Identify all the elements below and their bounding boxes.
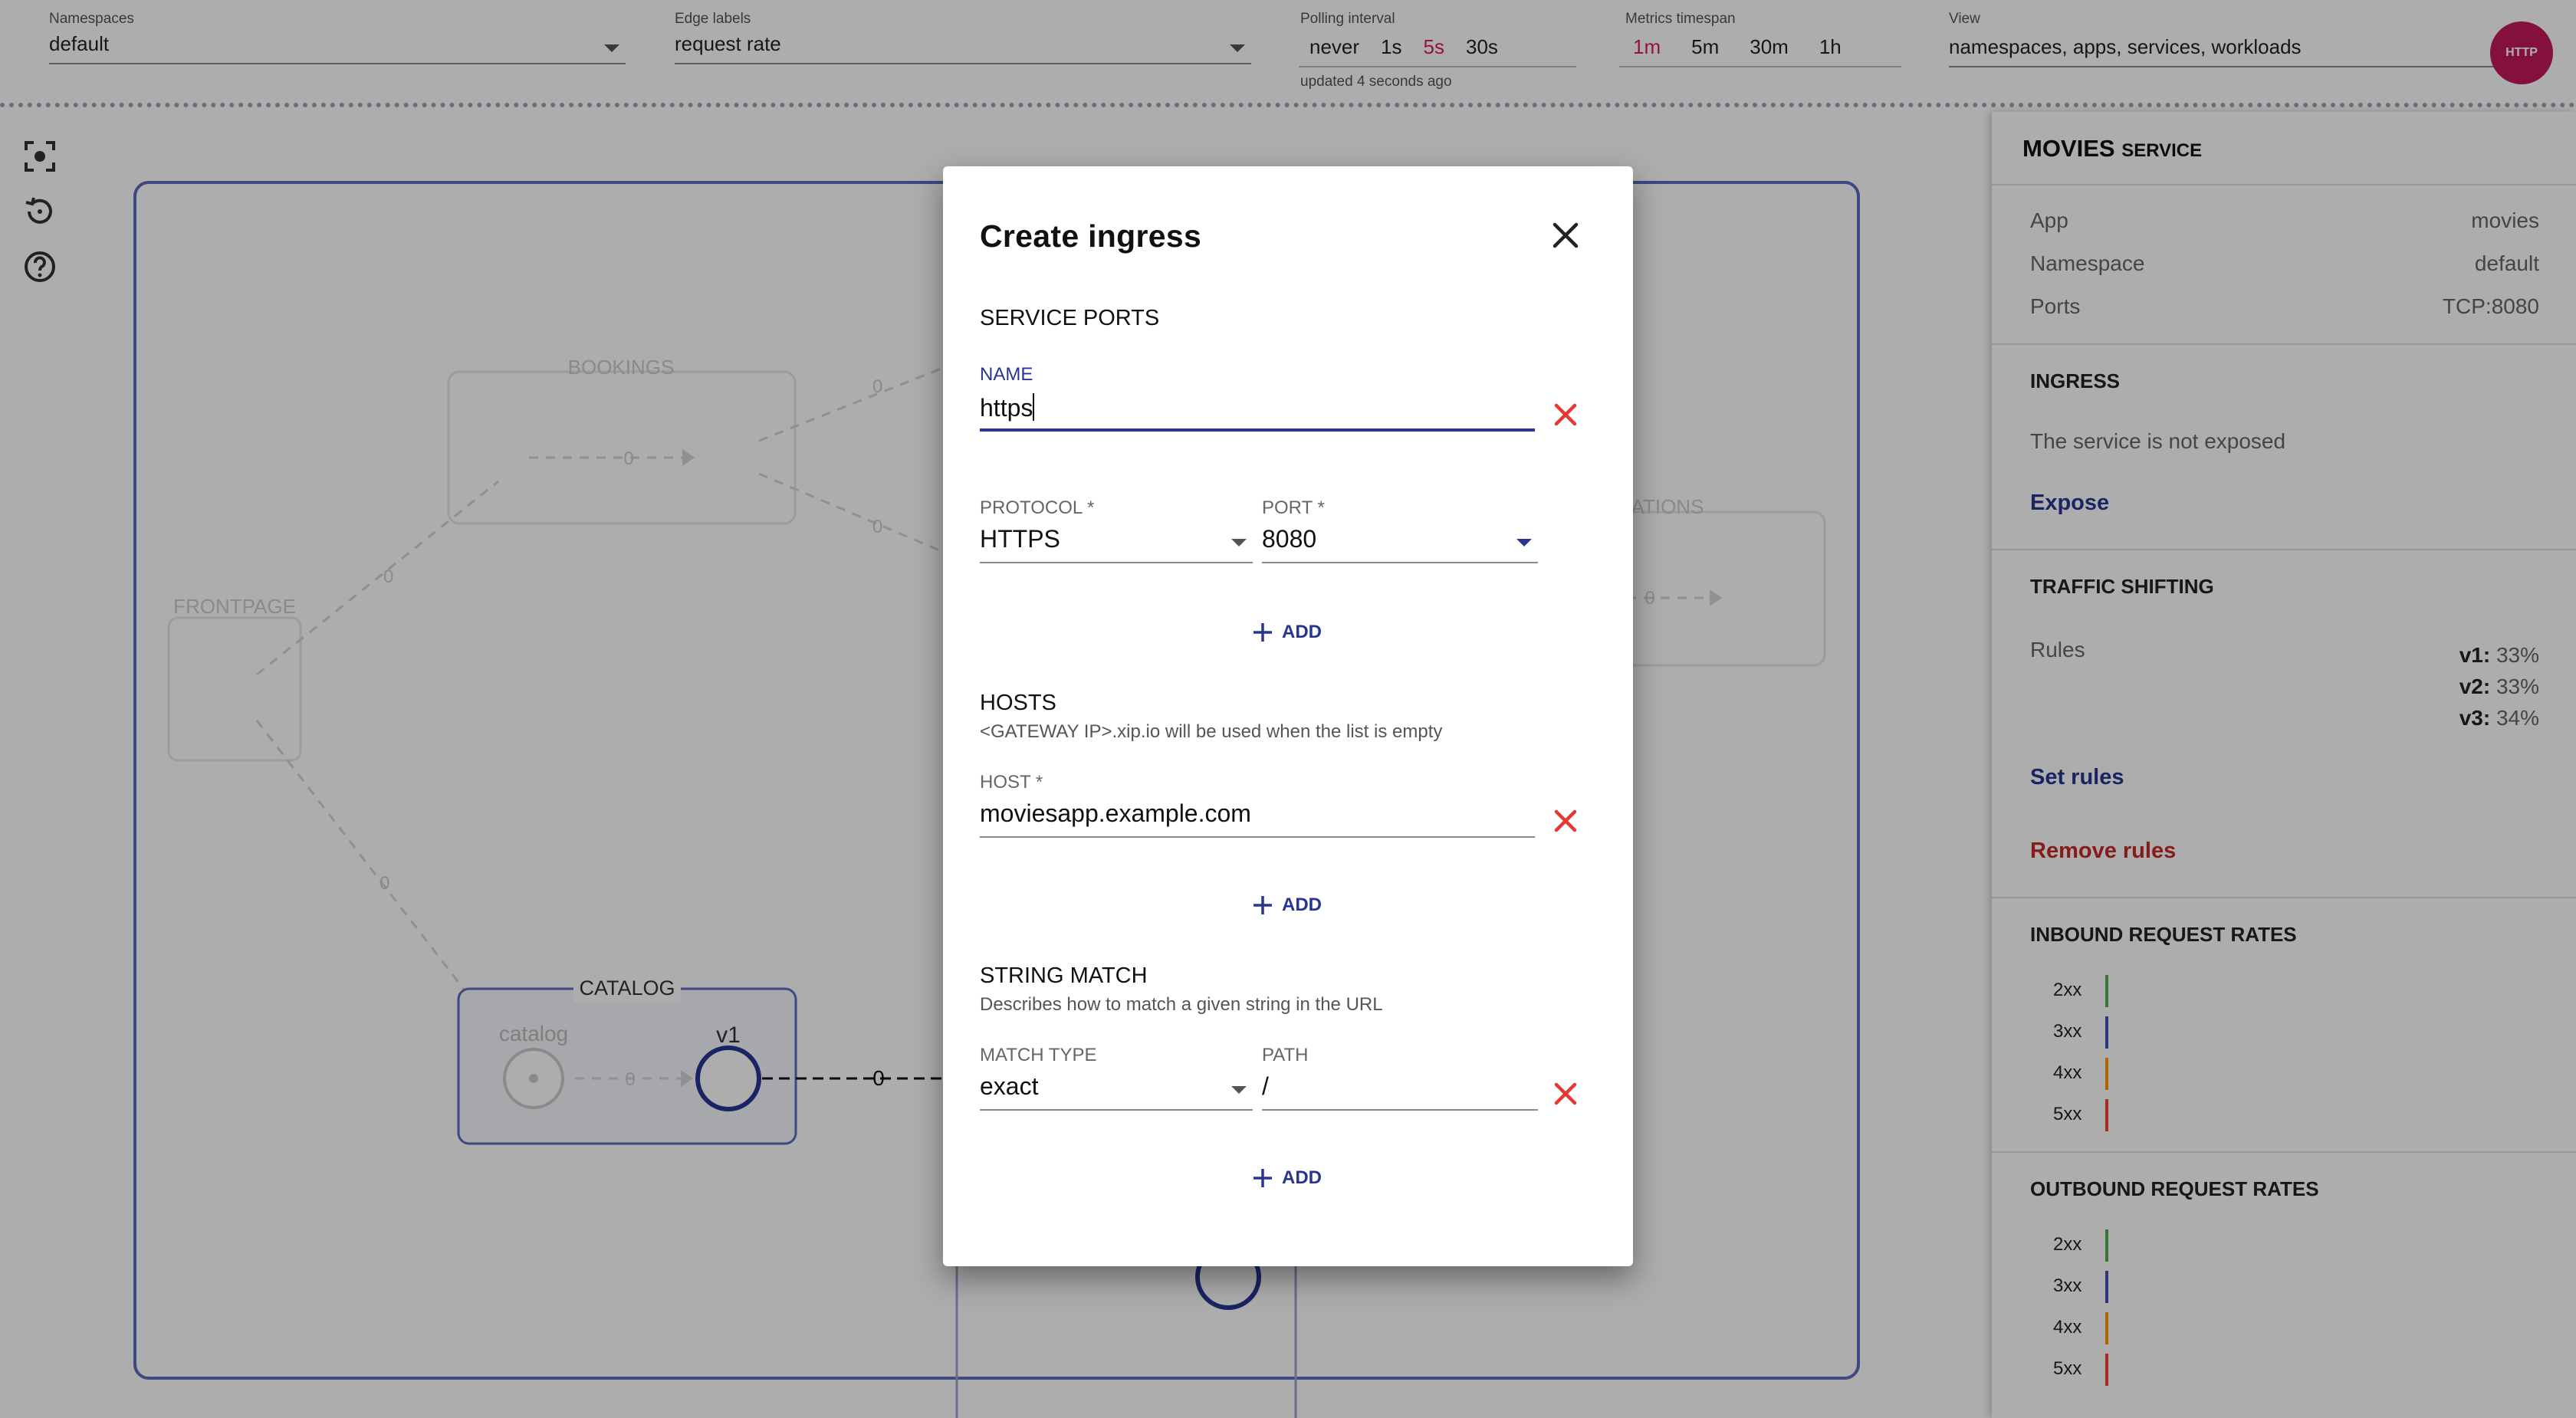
chevron-down-icon <box>1231 539 1247 547</box>
port-value: 8080 <box>1262 525 1317 553</box>
port-label: PORT * <box>1262 497 1325 518</box>
protocol-select[interactable]: HTTPS <box>980 520 1253 563</box>
close-icon[interactable] <box>1549 218 1582 252</box>
name-input[interactable]: https <box>980 389 1535 432</box>
name-input-value: https <box>980 394 1033 422</box>
add-port-label: ADD <box>1282 622 1322 642</box>
match-type-label: MATCH TYPE <box>980 1045 1097 1065</box>
add-port-button[interactable]: ADD <box>1251 615 1322 649</box>
plus-icon <box>1254 896 1272 914</box>
name-label: NAME <box>980 364 1033 385</box>
hosts-heading: HOSTS <box>980 691 1056 715</box>
host-input[interactable]: moviesapp.example.com <box>980 795 1535 838</box>
create-ingress-dialog: Create ingress SERVICE PORTS NAME https … <box>943 166 1633 1266</box>
string-match-description: Describes how to match a given string in… <box>980 994 1383 1015</box>
plus-icon <box>1254 623 1272 642</box>
path-input[interactable]: / <box>1262 1068 1538 1111</box>
host-label: HOST * <box>980 772 1043 793</box>
dialog-title: Create ingress <box>980 218 1202 254</box>
add-match-label: ADD <box>1282 1167 1322 1188</box>
string-match-heading: STRING MATCH <box>980 963 1148 988</box>
port-select[interactable]: 8080 <box>1262 520 1538 563</box>
delete-port-icon[interactable] <box>1550 399 1581 430</box>
add-match-button[interactable]: ADD <box>1251 1161 1322 1195</box>
protocol-value: HTTPS <box>980 525 1060 553</box>
chevron-down-icon <box>1516 539 1532 547</box>
text-cursor <box>1033 393 1035 421</box>
path-input-value: / <box>1262 1072 1269 1100</box>
add-host-button[interactable]: ADD <box>1251 888 1322 922</box>
delete-match-icon[interactable] <box>1550 1078 1581 1109</box>
host-input-value: moviesapp.example.com <box>980 799 1251 827</box>
chevron-down-icon <box>1231 1086 1247 1094</box>
add-host-label: ADD <box>1282 894 1322 915</box>
match-type-value: exact <box>980 1072 1039 1100</box>
match-type-select[interactable]: exact <box>980 1068 1253 1111</box>
path-label: PATH <box>1262 1045 1309 1065</box>
delete-host-icon[interactable] <box>1550 806 1581 836</box>
protocol-label: PROTOCOL * <box>980 497 1095 518</box>
service-ports-heading: SERVICE PORTS <box>980 306 1160 330</box>
plus-icon <box>1254 1169 1272 1187</box>
hosts-description: <GATEWAY IP>.xip.io will be used when th… <box>980 721 1443 742</box>
